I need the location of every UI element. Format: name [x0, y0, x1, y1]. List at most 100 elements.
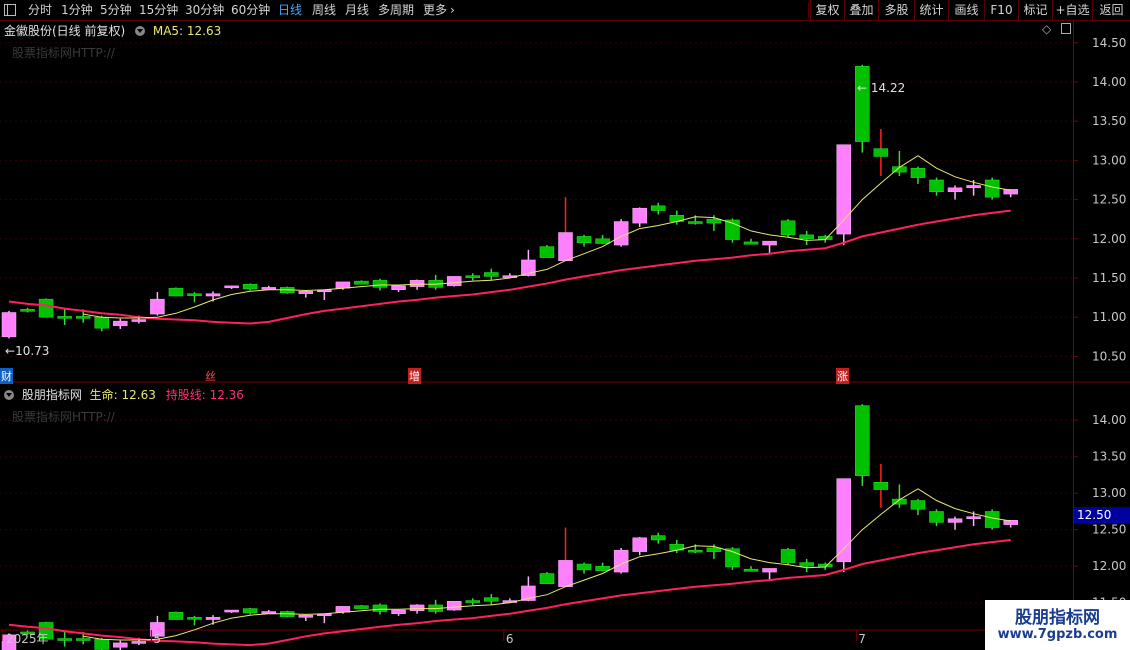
- period-tab-60min[interactable]: 60分钟: [231, 0, 270, 20]
- upper-candle-body: [354, 280, 369, 285]
- mark-button[interactable]: 标记: [1018, 0, 1052, 20]
- overlay-button[interactable]: 叠加: [844, 0, 878, 20]
- event-marker-zeng[interactable]: 增: [408, 368, 421, 384]
- period-tab-multi[interactable]: 多周期: [378, 0, 414, 20]
- lower-candle-body: [910, 500, 926, 510]
- multi-stock-button[interactable]: 多股: [878, 0, 914, 20]
- indicator-title[interactable]: 股朋指标网: [22, 388, 82, 402]
- event-marker-cai[interactable]: 财: [0, 368, 13, 384]
- lower-candle-body: [984, 511, 1000, 528]
- fuquan-button[interactable]: 复权: [810, 0, 844, 20]
- upper-axis-label: 13.00: [1092, 153, 1126, 167]
- upper-watermark: 股票指标网HTTP://: [12, 46, 115, 60]
- date-label: 5: [153, 632, 161, 646]
- lower-candle-body: [187, 617, 202, 620]
- lower-candle-body: [446, 601, 462, 611]
- lower-candle-body: [57, 638, 72, 641]
- lower-candle-body: [224, 609, 239, 613]
- period-tab-monthly[interactable]: 月线: [345, 0, 369, 20]
- period-tab-daily[interactable]: 日线: [278, 0, 302, 20]
- f10-button[interactable]: F10: [984, 0, 1018, 20]
- upper-axis-label: 11.00: [1092, 310, 1126, 324]
- lower-candle-body: [113, 642, 128, 648]
- lower-axis-label: 12.50: [1092, 523, 1126, 537]
- event-marker-zhang[interactable]: 涨: [836, 368, 849, 384]
- upper-candle-body: [855, 66, 870, 142]
- lower-candle-body: [595, 565, 610, 571]
- statistics-button[interactable]: 统计: [914, 0, 948, 20]
- upper-candle-body: [75, 316, 91, 319]
- add-watchlist-button[interactable]: +自选: [1052, 0, 1092, 20]
- upper-axis-label: 10.50: [1092, 349, 1126, 363]
- toolbar: 分时 1分钟 5分钟 15分钟 30分钟 60分钟 日线 周线 月线 多周期 更…: [0, 0, 1130, 21]
- lower-candle-body: [799, 562, 814, 567]
- kline-chart[interactable]: 14.50 14.00 13.50 13.00 12.50 12.00 11.50 11.00…: [0, 21, 1130, 650]
- lower-axis-label: 13.00: [1092, 486, 1126, 500]
- upper-candle-body: [947, 187, 963, 192]
- upper-candle-body: [131, 319, 147, 322]
- upper-axis-label: 14.50: [1092, 36, 1126, 50]
- upper-candles: [1, 64, 1018, 339]
- high-price-label: ← 14.22: [857, 81, 906, 95]
- lower-candle-body: [743, 568, 759, 572]
- panel-toggle-icon[interactable]: [1061, 23, 1072, 34]
- lower-candle-body: [354, 605, 369, 609]
- ma5-label: MA5: 12.63: [152, 24, 222, 38]
- upper-candle-body: [780, 220, 796, 236]
- more-chevron-icon[interactable]: ›: [450, 0, 455, 20]
- upper-title-row: 金徽股份(日线 前复权) MA5: 12.63: [4, 22, 221, 39]
- upper-candle-body: [242, 284, 258, 290]
- stock-title[interactable]: 金徽股份(日线 前复权): [4, 24, 125, 38]
- upper-candle-body: [38, 298, 54, 318]
- lower-candle-body: [298, 614, 314, 618]
- lower-candle-body: [131, 641, 147, 644]
- period-tab-1min[interactable]: 1分钟: [61, 0, 93, 20]
- period-tab-more[interactable]: 更多: [423, 0, 447, 20]
- diamond-icon[interactable]: ◇: [1042, 22, 1051, 36]
- high-price-value: 14.22: [870, 81, 906, 95]
- lower-life-line: [83, 488, 1011, 641]
- upper-candle-body: [966, 185, 981, 189]
- lower-candle-body: [632, 537, 647, 552]
- draw-line-button[interactable]: 画线: [948, 0, 984, 20]
- date-label: 2025年: [6, 632, 49, 646]
- upper-candle-body: [446, 276, 462, 287]
- upper-candle-body: [372, 280, 388, 288]
- upper-candle-body: [539, 246, 555, 258]
- indicator-dropdown-icon[interactable]: [4, 390, 14, 400]
- period-tab-30min[interactable]: 30分钟: [185, 0, 224, 20]
- lower-candle-body: [168, 611, 184, 620]
- lower-axis-label: 13.50: [1092, 450, 1126, 464]
- upper-candle-body: [799, 234, 814, 240]
- toolbar-divider: [808, 2, 809, 18]
- upper-candle-body: [335, 281, 351, 289]
- period-tab-fenshi[interactable]: 分时: [28, 0, 52, 20]
- upper-candle-body: [224, 285, 239, 289]
- lower-candle-body: [762, 568, 777, 573]
- upper-candle-body: [298, 291, 314, 294]
- upper-candle-body: [688, 221, 703, 224]
- upper-candle-body: [595, 238, 610, 244]
- lower-watermark: 股票指标网HTTP://: [12, 410, 115, 424]
- upper-panel-controls: ◇: [1042, 22, 1072, 36]
- period-tab-weekly[interactable]: 周线: [312, 0, 336, 20]
- back-button[interactable]: 返回: [1092, 0, 1130, 20]
- upper-axis-label: 11.50: [1092, 271, 1126, 285]
- lower-candle-body: [873, 482, 889, 490]
- event-marker-si[interactable]: 丝: [205, 368, 216, 384]
- layout-toggle-icon[interactable]: [4, 4, 16, 16]
- lower-candle-body: [613, 549, 629, 573]
- period-tab-5min[interactable]: 5分钟: [100, 0, 132, 20]
- upper-candle-body: [613, 221, 629, 246]
- lower-candle-body: [465, 600, 480, 603]
- date-label: 6: [506, 632, 514, 646]
- ma-dropdown-icon[interactable]: [135, 26, 146, 36]
- upper-candle-body: [261, 287, 276, 290]
- price-axis: 14.50 14.00 13.50 13.00 12.50 12.00 11.50 11.00…: [1073, 36, 1126, 610]
- logo-url: www.7gpzb.com: [997, 627, 1118, 642]
- upper-axis-label: 12.00: [1092, 232, 1126, 246]
- lower-candle-body: [372, 604, 388, 612]
- period-tab-15min[interactable]: 15分钟: [139, 0, 178, 20]
- lower-candle-body: [391, 609, 406, 614]
- upper-candle-body: [168, 287, 184, 297]
